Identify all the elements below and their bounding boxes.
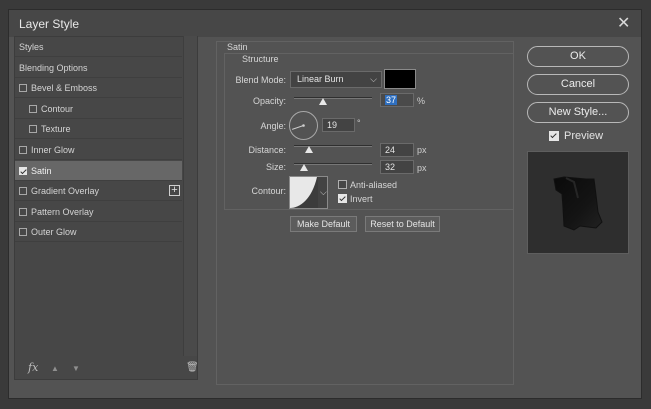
style-item-checkbox[interactable] bbox=[19, 207, 27, 216]
style-item-label: Satin bbox=[31, 165, 52, 176]
style-item-styles[interactable]: Styles bbox=[15, 37, 182, 57]
style-item-label: Contour bbox=[41, 103, 74, 114]
new-style-button[interactable]: New Style... bbox=[527, 102, 629, 123]
satin-group-label: Satin bbox=[225, 42, 250, 52]
style-item-blending-options[interactable]: Blending Options bbox=[15, 58, 182, 78]
structure-label: Structure bbox=[240, 54, 281, 64]
style-item-label: Gradient Overlay bbox=[31, 186, 100, 197]
style-item-label: Pattern Overlay bbox=[31, 206, 94, 217]
styles-list-scrollbar[interactable] bbox=[183, 36, 197, 356]
style-item-outer-glow[interactable]: Outer Glow bbox=[15, 222, 182, 243]
move-up-icon[interactable]: ▲ bbox=[51, 364, 59, 378]
style-item-texture[interactable]: Texture bbox=[15, 119, 182, 140]
blend-mode-select[interactable]: Linear Burn ⌵ bbox=[290, 71, 382, 88]
preview-label: Preview bbox=[564, 130, 604, 142]
style-item-checkbox[interactable] bbox=[19, 187, 27, 196]
trash-icon[interactable]: 🗑 bbox=[186, 362, 199, 376]
chevron-down-icon: ⌵ bbox=[370, 74, 377, 84]
style-item-label: Outer Glow bbox=[31, 227, 77, 238]
invert-label: Invert bbox=[350, 194, 373, 204]
add-effect-icon[interactable]: + bbox=[169, 185, 180, 197]
title-bar: Layer Style ✕ bbox=[9, 10, 641, 37]
opacity-field[interactable]: 37 bbox=[380, 93, 414, 107]
style-item-label: Styles bbox=[19, 42, 44, 52]
size-unit: px bbox=[417, 163, 427, 173]
move-down-icon[interactable]: ▼ bbox=[72, 364, 80, 378]
contour-curve-graphic bbox=[290, 177, 318, 208]
angle-dial[interactable] bbox=[289, 111, 318, 140]
angle-label: Angle: bbox=[260, 121, 286, 131]
size-field[interactable]: 32 bbox=[380, 160, 414, 174]
reset-to-default-button[interactable]: Reset to Default bbox=[365, 216, 440, 232]
close-icon[interactable]: ✕ bbox=[617, 13, 630, 33]
style-item-checkbox[interactable] bbox=[19, 166, 27, 175]
opacity-slider-thumb[interactable] bbox=[318, 98, 327, 105]
style-item-label: Bevel & Emboss bbox=[31, 83, 98, 94]
angle-dial-graphic bbox=[291, 124, 305, 130]
opacity-unit: % bbox=[417, 96, 426, 106]
styles-list-panel: Styles Blending Options Bevel & Emboss Cont… bbox=[14, 36, 198, 380]
style-item-bevel-emboss[interactable]: Bevel & Emboss bbox=[15, 78, 182, 99]
style-item-checkbox[interactable] bbox=[19, 84, 27, 93]
style-item-pattern-overlay[interactable]: Pattern Overlay bbox=[15, 202, 182, 222]
size-slider-thumb[interactable] bbox=[300, 164, 309, 171]
dialog-title: Layer Style bbox=[19, 17, 80, 31]
angle-unit: ° bbox=[357, 118, 361, 128]
style-item-checkbox[interactable] bbox=[29, 104, 37, 113]
style-item-satin[interactable]: Satin bbox=[15, 160, 182, 181]
preview-shape bbox=[553, 176, 603, 231]
anti-aliased-label: Anti-aliased bbox=[350, 180, 398, 190]
angle-field[interactable]: 19 bbox=[322, 118, 355, 132]
screen-background: Layer Style ✕ Styles Blending Options Beve… bbox=[0, 0, 651, 409]
style-item-gradient-overlay[interactable]: Gradient Overlay + bbox=[15, 181, 182, 202]
style-item-inner-glow[interactable]: Inner Glow bbox=[15, 140, 182, 160]
size-label: Size: bbox=[265, 162, 286, 172]
distance-slider-thumb[interactable] bbox=[304, 146, 313, 153]
invert-checkbox[interactable] bbox=[338, 194, 347, 203]
cancel-button[interactable]: Cancel bbox=[527, 74, 629, 95]
contour-chevron-icon: ⌵ bbox=[320, 187, 327, 197]
preview-thumbnail bbox=[527, 151, 629, 254]
style-item-label: Blending Options bbox=[19, 62, 88, 73]
opacity-slider-track[interactable] bbox=[294, 97, 372, 99]
style-item-checkbox[interactable] bbox=[19, 228, 27, 237]
ok-button[interactable]: OK bbox=[527, 46, 629, 67]
contour-picker[interactable]: ⌵ bbox=[289, 176, 328, 209]
style-item-label: Inner Glow bbox=[31, 145, 75, 155]
style-item-label: Texture bbox=[41, 124, 71, 135]
style-item-contour[interactable]: Contour bbox=[15, 99, 182, 119]
style-item-checkbox[interactable] bbox=[29, 125, 37, 134]
anti-aliased-checkbox[interactable] bbox=[338, 180, 347, 189]
make-default-button[interactable]: Make Default bbox=[290, 216, 357, 232]
blend-mode-value: Linear Burn bbox=[297, 74, 344, 84]
contour-label: Contour: bbox=[251, 186, 286, 196]
distance-field[interactable]: 24 bbox=[380, 143, 414, 157]
fx-icon[interactable]: fx bbox=[28, 361, 38, 375]
blend-mode-label: Blend Mode: bbox=[235, 75, 286, 85]
opacity-label: Opacity: bbox=[252, 96, 286, 106]
distance-unit: px bbox=[417, 145, 427, 155]
style-item-checkbox[interactable] bbox=[19, 146, 27, 154]
distance-label: Distance: bbox=[248, 145, 286, 155]
preview-checkbox[interactable] bbox=[549, 131, 559, 141]
satin-color-swatch[interactable] bbox=[384, 69, 416, 89]
